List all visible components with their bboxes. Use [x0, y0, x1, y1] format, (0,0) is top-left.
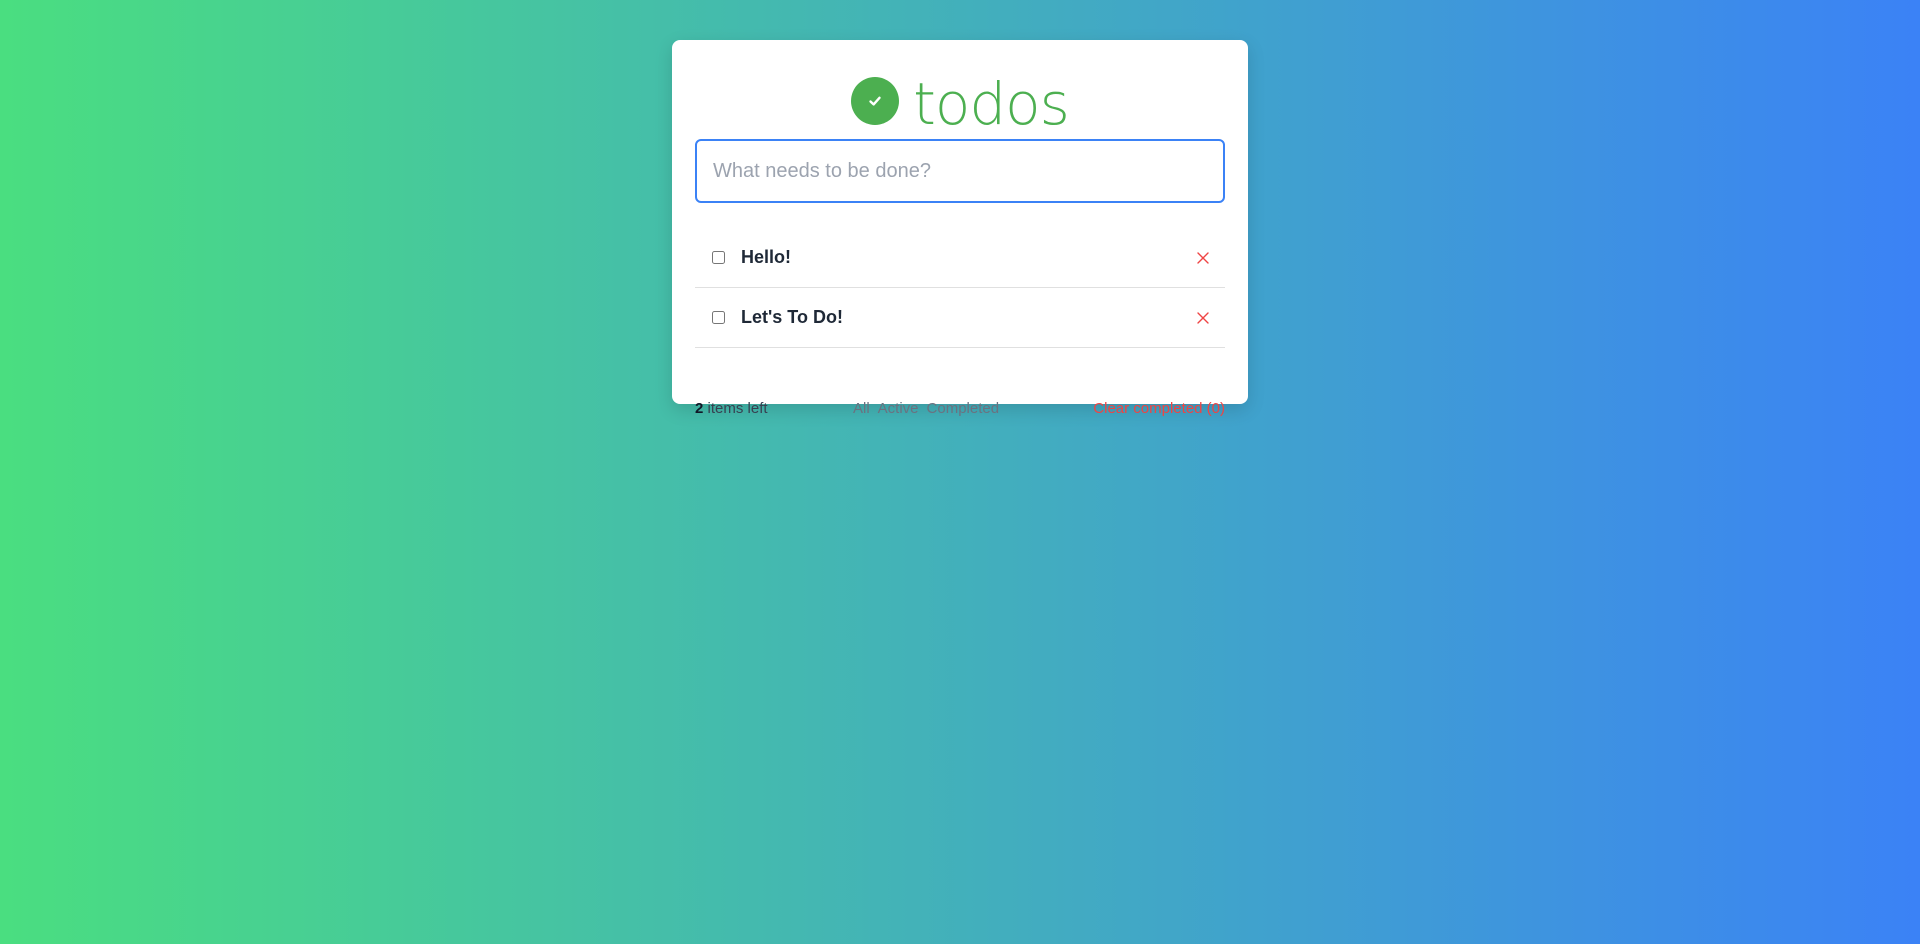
todo-toggle-checkbox[interactable] [712, 311, 725, 324]
app-title: todos [913, 70, 1070, 138]
filter-active-link[interactable]: Active [878, 400, 919, 417]
check-circle-icon [851, 77, 900, 125]
todo-item-label: Let's To Do! [741, 307, 843, 327]
delete-todo-button[interactable] [1195, 250, 1211, 266]
todo-list: Hello! Let's To Do! [695, 228, 1225, 348]
clear-completed-button[interactable]: Clear completed (0) [1093, 400, 1225, 417]
new-todo-input[interactable] [695, 139, 1225, 203]
todo-footer: 2 items left All Active Completed Clear … [695, 397, 1225, 419]
app-header: todos [672, 64, 1248, 144]
filter-links: All Active Completed [853, 400, 999, 417]
items-left-count: 2 items left [695, 400, 768, 417]
todo-toggle-checkbox[interactable] [712, 251, 725, 264]
todo-item-label: Hello! [741, 247, 792, 267]
todo-app-card: todos Hello! Let's To Do! 2 items left [672, 40, 1248, 417]
filter-all-link[interactable]: All [853, 400, 870, 417]
close-icon [1197, 251, 1209, 264]
todo-item: Hello! [695, 228, 1225, 288]
delete-todo-button[interactable] [1195, 310, 1211, 326]
todo-item: Let's To Do! [695, 288, 1225, 348]
close-icon [1197, 311, 1209, 324]
filter-completed-link[interactable]: Completed [927, 400, 1000, 417]
items-left-label: items left [703, 399, 768, 417]
